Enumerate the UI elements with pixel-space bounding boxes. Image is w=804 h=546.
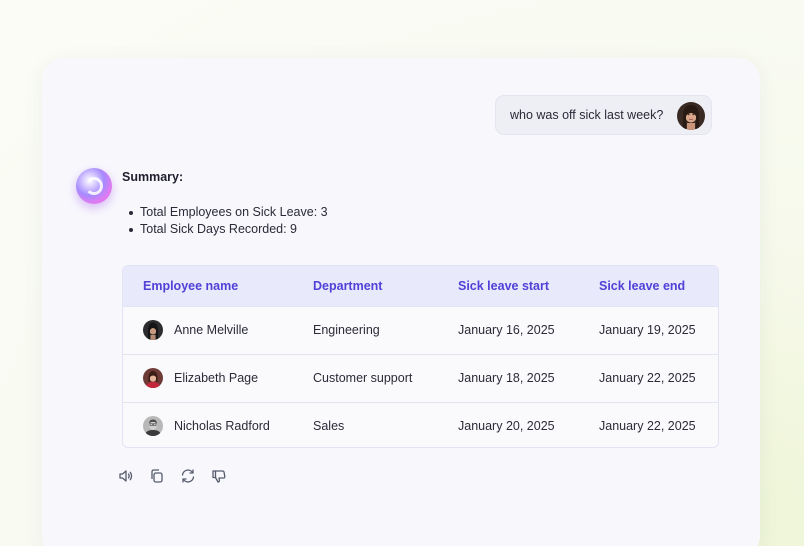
- chat-card: who was off sick last week? Summary: Tot…: [42, 58, 760, 546]
- summary-item: Total Employees on Sick Leave: 3: [126, 204, 328, 221]
- header-employee-name: Employee name: [143, 279, 239, 293]
- table-row: Elizabeth Page Customer support January …: [123, 354, 718, 402]
- user-avatar: [677, 102, 705, 130]
- sick-leave-end: January 22, 2025: [599, 371, 696, 385]
- employee-name: Anne Melville: [174, 323, 249, 337]
- summary-list: Total Employees on Sick Leave: 3 Total S…: [126, 204, 328, 238]
- copy-icon[interactable]: [149, 468, 165, 484]
- employee-avatar: [143, 320, 163, 340]
- department: Engineering: [313, 323, 380, 337]
- header-sick-leave-end: Sick leave end: [599, 279, 686, 293]
- speaker-icon[interactable]: [118, 468, 134, 484]
- sick-leave-start: January 20, 2025: [458, 419, 555, 433]
- header-sick-leave-start: Sick leave start: [458, 279, 550, 293]
- sick-leave-start: January 16, 2025: [458, 323, 555, 337]
- employee-name: Nicholas Radford: [174, 419, 270, 433]
- department: Sales: [313, 419, 345, 433]
- assistant-avatar: [76, 168, 112, 204]
- table-row: Nicholas Radford Sales January 20, 2025 …: [123, 402, 718, 447]
- sick-leave-end: January 19, 2025: [599, 323, 696, 337]
- refresh-icon[interactable]: [180, 468, 196, 484]
- summary-title: Summary:: [122, 170, 184, 184]
- message-actions: [118, 468, 227, 484]
- table-header: Employee name Department Sick leave star…: [123, 266, 718, 306]
- user-message-bubble: who was off sick last week?: [495, 95, 712, 135]
- sick-leave-end: January 22, 2025: [599, 419, 696, 433]
- thumbs-down-icon[interactable]: [211, 468, 227, 484]
- header-department: Department: [313, 279, 383, 293]
- employee-avatar: [143, 416, 163, 436]
- table-row: Anne Melville Engineering January 16, 20…: [123, 306, 718, 354]
- department: Customer support: [313, 371, 413, 385]
- employee-name: Elizabeth Page: [174, 371, 259, 385]
- sick-leave-table: Employee name Department Sick leave star…: [122, 265, 719, 448]
- sick-leave-start: January 18, 2025: [458, 371, 555, 385]
- employee-avatar: [143, 368, 163, 388]
- summary-item: Total Sick Days Recorded: 9: [126, 221, 328, 238]
